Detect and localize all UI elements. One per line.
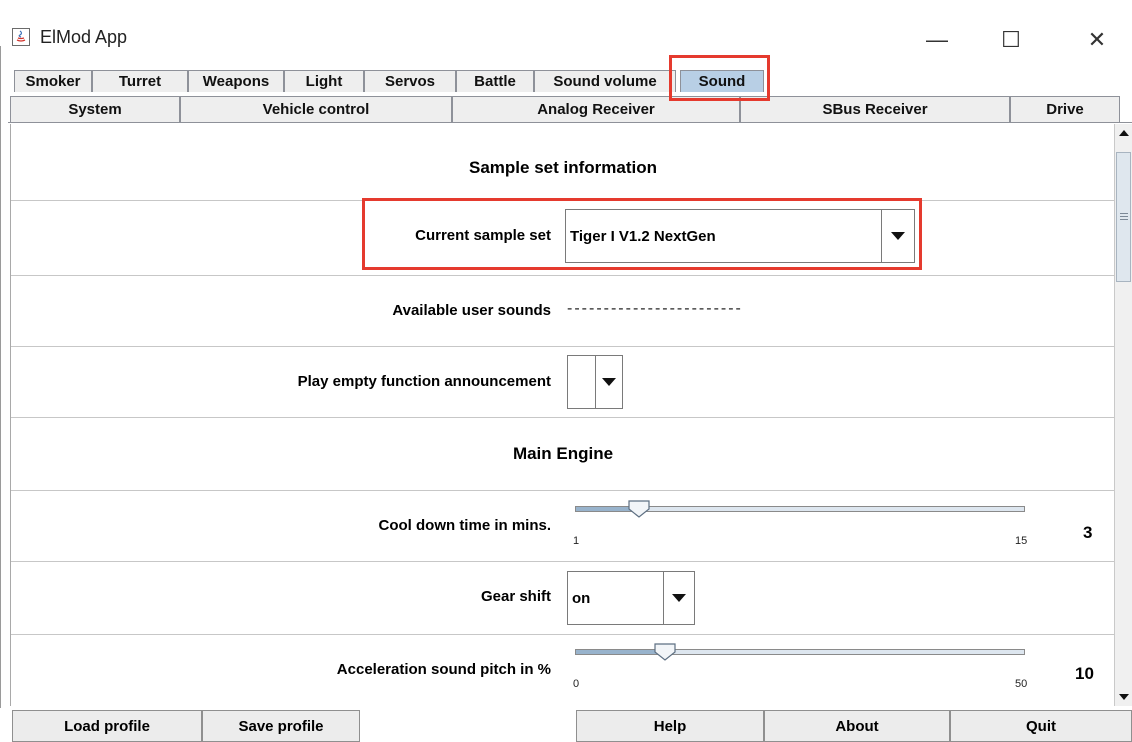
current-sample-set-combo[interactable]: Tiger I V1.2 NextGen: [565, 209, 915, 263]
grip-line-icon: [1120, 219, 1128, 220]
tab-system[interactable]: System: [10, 96, 180, 122]
java-app-icon: [12, 28, 30, 46]
current-sample-set-label: Current sample set: [415, 227, 551, 244]
available-user-sounds-label: Available user sounds: [392, 302, 551, 319]
help-button[interactable]: Help: [576, 710, 764, 742]
available-user-sounds-row: Available user sounds ------------------…: [11, 276, 1115, 347]
tab-drive[interactable]: Drive: [1010, 96, 1120, 122]
cool-down-slider-thumb[interactable]: [628, 500, 650, 518]
grip-line-icon: [1120, 216, 1128, 217]
load-profile-button[interactable]: Load profile: [12, 710, 202, 742]
chevron-down-icon[interactable]: [881, 210, 914, 262]
chevron-down-icon[interactable]: [663, 572, 694, 624]
window-title: ElMod App: [40, 27, 128, 47]
gear-shift-row: Gear shift on: [11, 562, 1115, 635]
tab-turret[interactable]: Turret: [92, 70, 188, 92]
sound-settings-panel: Sample set information Current sample se…: [10, 124, 1115, 706]
accel-pitch-label: Acceleration sound pitch in %: [336, 661, 551, 678]
tab-vehicle-control[interactable]: Vehicle control: [180, 96, 452, 122]
current-sample-set-row: Current sample set Tiger I V1.2 NextGen: [11, 201, 1115, 276]
cool-down-min-label: 1: [573, 535, 580, 547]
gear-shift-combo[interactable]: on: [567, 571, 695, 625]
play-empty-combo[interactable]: [567, 355, 623, 409]
gear-shift-value: on: [572, 589, 591, 607]
gear-shift-label: Gear shift: [480, 588, 551, 605]
main-engine-header-row: Main Engine: [11, 418, 1115, 491]
accel-pitch-max-label: 50: [1015, 678, 1028, 690]
maximize-button[interactable]: ☐: [988, 20, 1034, 60]
scroll-up-icon[interactable]: [1115, 124, 1132, 142]
tab-light[interactable]: Light: [284, 70, 364, 92]
tab-smoker[interactable]: Smoker: [14, 70, 92, 92]
accel-pitch-slider[interactable]: [575, 649, 1025, 655]
accel-pitch-value: 10: [1075, 664, 1094, 683]
close-button[interactable]: ✕: [1074, 20, 1120, 60]
accel-pitch-row: Acceleration sound pitch in % 0 50 10: [11, 635, 1115, 706]
tab-analog-receiver[interactable]: Analog Receiver: [452, 96, 740, 122]
tab-strip-border: [8, 122, 1132, 123]
save-profile-button[interactable]: Save profile: [202, 710, 360, 742]
cool-down-max-label: 15: [1015, 535, 1028, 547]
title-bar: ElMod App — ☐ ✕: [0, 0, 1132, 52]
window-edge: [0, 0, 1, 742]
accel-pitch-slider-thumb[interactable]: [654, 643, 676, 661]
about-button[interactable]: About: [764, 710, 950, 742]
quit-button[interactable]: Quit: [950, 710, 1132, 742]
vertical-scrollbar[interactable]: [1114, 124, 1132, 706]
accel-pitch-slider-fill: [576, 650, 666, 654]
play-empty-row: Play empty function announcement: [11, 347, 1115, 418]
main-engine-title: Main Engine: [512, 444, 614, 463]
tab-weapons[interactable]: Weapons: [188, 70, 284, 92]
cool-down-label: Cool down time in mins.: [378, 517, 552, 534]
tab-battle[interactable]: Battle: [456, 70, 534, 92]
scroll-down-icon[interactable]: [1115, 688, 1132, 706]
current-sample-set-value: Tiger I V1.2 NextGen: [570, 227, 716, 245]
tab-servos[interactable]: Servos: [364, 70, 456, 92]
minimize-button[interactable]: —: [914, 20, 960, 60]
scrollbar-thumb[interactable]: [1116, 152, 1131, 282]
cool-down-value: 3: [1083, 523, 1093, 542]
play-empty-label: Play empty function announcement: [297, 373, 551, 390]
accel-pitch-min-label: 0: [573, 678, 580, 690]
grip-line-icon: [1120, 213, 1128, 214]
sample-set-header-row: Sample set information: [11, 124, 1115, 201]
tab-sound-volume[interactable]: Sound volume: [534, 70, 676, 92]
available-user-sounds-value: ------------------------: [567, 300, 743, 317]
tab-sbus-receiver[interactable]: SBus Receiver: [740, 96, 1010, 122]
tab-sound[interactable]: Sound: [680, 70, 764, 92]
cool-down-row: Cool down time in mins. 1 15 3: [11, 491, 1115, 562]
chevron-down-icon[interactable]: [595, 356, 622, 408]
app-window: ElMod App — ☐ ✕ Smoker Turret Weapons Li…: [0, 0, 1132, 742]
sample-set-title: Sample set information: [469, 158, 657, 177]
